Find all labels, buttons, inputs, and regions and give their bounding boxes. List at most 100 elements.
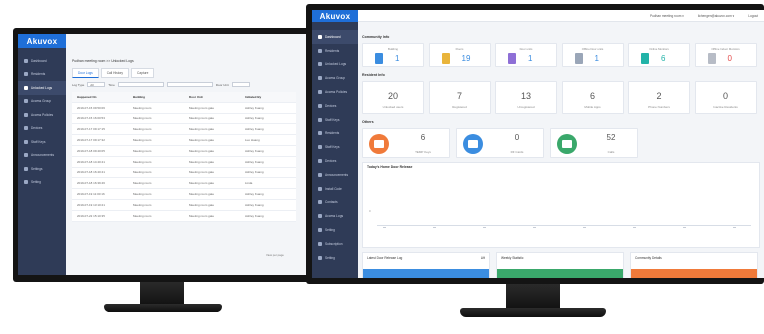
sidebar-item-icon — [24, 58, 28, 63]
sidebar-item[interactable]: Contacts — [312, 196, 358, 210]
sidebar-item[interactable]: Access Group — [312, 71, 358, 85]
table-row[interactable]: 2019-07-17 09:17:15 Meeting room Meeting r… — [72, 124, 296, 136]
tab-call-history[interactable]: Call History — [100, 68, 130, 78]
log-type-select[interactable]: All — [87, 82, 106, 87]
table-row[interactable]: 2019-07-15 09:50:06 Meeting room Meeting r… — [72, 103, 296, 114]
sidebar-item-label: Announcements — [31, 153, 55, 158]
top-bar: Pudhan meeting room ▾ lichengen@akuvox.c… — [358, 10, 764, 22]
sidebar-item[interactable]: Devices — [18, 122, 66, 136]
sidebar-item[interactable]: Access Policies — [18, 108, 66, 122]
time-range-input[interactable] — [117, 82, 164, 87]
sidebar-item[interactable]: Staff Keys — [18, 135, 66, 149]
table-row[interactable]: 2019-07-18 09:40:05 Meeting room Meeting r… — [72, 146, 296, 157]
filter-bar: Log Type All Time Door Unit — [72, 82, 250, 87]
chart-x-tick — [483, 227, 486, 228]
sidebar-item[interactable]: Setting — [312, 223, 358, 237]
sidebar-item[interactable]: Setting — [18, 176, 66, 190]
resident-card: 13 Unregistered — [495, 81, 557, 114]
sidebar-item[interactable]: Unlocked Logs — [312, 58, 358, 72]
table-cell: Ashley Kuang — [245, 170, 264, 175]
resident-card-label: Mobile Apps — [584, 105, 601, 109]
bottom-panel: Latest Door Release Log Lift — [362, 252, 490, 278]
sidebar-item[interactable]: Access Group — [18, 95, 66, 109]
time-range-end-input[interactable] — [166, 82, 213, 87]
community-card: Building 1 — [362, 43, 424, 67]
building-icon — [508, 53, 516, 64]
table-row[interactable]: 2019-07-22 15:10:35 Meeting room Meeting r… — [72, 211, 296, 222]
right-monitor: Akuvox Dashboard Residents Unlocked Logs Ac… — [306, 4, 764, 284]
sidebar-item[interactable]: Dashboard — [312, 30, 358, 44]
table-row[interactable]: 2019-07-17 09:17:32 Meeting room Meeting r… — [72, 135, 296, 146]
sidebar-item[interactable]: Unlocked Logs — [18, 81, 66, 95]
account-menu[interactable]: lichengen@akuvox.com ▾ — [698, 14, 734, 18]
table-row[interactable]: 2019-07-18 16:39:46 Meeting room Meeting r… — [72, 178, 296, 190]
col-door-unit[interactable]: Door Unit — [184, 95, 240, 99]
col-happened-on[interactable]: Happened On — [72, 95, 128, 99]
door-unit-select[interactable] — [231, 82, 250, 87]
sidebar-item-icon — [318, 117, 322, 122]
sidebar-item-icon — [24, 112, 28, 117]
sidebar-item[interactable]: Devices — [312, 154, 358, 168]
sidebar-item[interactable]: Settings — [18, 162, 66, 176]
resident-card-label: Unregistered — [517, 105, 535, 109]
table-cell: 2019-07-17 09:17:32 — [77, 138, 105, 143]
door-unit-label: Door Unit — [215, 82, 229, 87]
sidebar-item[interactable]: Residents — [18, 68, 66, 82]
chart-x-tick — [433, 227, 436, 228]
table-cell: Ashley Kuang — [245, 148, 264, 153]
community-card: Floors 19 — [428, 43, 491, 67]
sidebar-item[interactable]: Access Logs — [312, 209, 358, 223]
table-cell: Luo Huang — [245, 138, 260, 143]
log-type-value: All — [90, 83, 94, 87]
sidebar-item-label: Announcements — [325, 172, 349, 177]
pager[interactable]: View per page — [266, 253, 284, 257]
others-title: Others — [362, 120, 374, 124]
table-row[interactable]: 2019-07-19 13:10:21 Meeting room Meeting r… — [72, 200, 296, 211]
sidebar-item[interactable]: Residents — [312, 127, 358, 141]
sidebar-item[interactable]: Setting — [312, 251, 358, 265]
sidebar-item-label: Setting — [325, 255, 335, 260]
community-card-label: Door units — [519, 47, 533, 51]
sidebar-item[interactable]: Access Policies — [312, 85, 358, 99]
table-row[interactable]: 2019-07-19 11:00:16 Meeting room Meeting r… — [72, 189, 296, 200]
table-cell: Meeting room — [133, 181, 152, 186]
sidebar-item[interactable]: Announcements — [312, 168, 358, 182]
col-initiated-by[interactable]: Initiated By — [240, 95, 296, 99]
table-cell: 2019-07-15 09:50:06 — [77, 105, 105, 110]
sidebar-item-label: Staff Keys — [31, 139, 46, 144]
community-card: Door units 1 — [495, 43, 557, 67]
others-card: 0 RF Cards — [456, 128, 544, 158]
sidebar-item-icon — [318, 200, 322, 205]
table-cell: Meeting room gate — [189, 181, 215, 186]
tab-capture[interactable]: Capture — [131, 68, 155, 78]
resident-card-label: Inactive Residents — [713, 105, 738, 109]
table-header: Happened On Building Door Unit Initiated… — [72, 92, 296, 103]
sidebar-item-icon — [318, 76, 322, 81]
community-selector[interactable]: Pudhan meeting room ▾ — [650, 14, 684, 18]
sidebar-item[interactable]: Residents — [312, 44, 358, 58]
sidebar-item-icon — [318, 145, 322, 150]
sidebar-item[interactable]: Staff Keys — [312, 140, 358, 154]
icon-glyph — [374, 140, 384, 148]
tab-door-logs[interactable]: Door Logs — [72, 68, 99, 78]
table-cell: Ashley Kuang — [245, 105, 264, 110]
panel-header: Latest Door Release Log Lift — [363, 253, 489, 263]
sidebar-item-label: Access Policies — [325, 90, 348, 95]
others-card-value: 52 — [606, 133, 616, 142]
table-row[interactable]: 2019-07-18 16:40:41 Meeting room Meeting r… — [72, 168, 296, 179]
sidebar-item[interactable]: Dashboard — [18, 54, 66, 68]
sidebar-item[interactable]: Subscription — [312, 237, 358, 251]
col-building[interactable]: Building — [128, 95, 184, 99]
sidebar-item-icon — [318, 214, 322, 219]
left-monitor: Akuvox Dashboard Residents Unlocked Logs Ac… — [13, 28, 313, 282]
sidebar-item[interactable]: Staff Keys — [312, 113, 358, 127]
logout-link[interactable]: Logout — [748, 14, 758, 18]
table-row[interactable]: 2019-07-18 14:40:41 Meeting room Meeting r… — [72, 157, 296, 168]
table-cell: Ashley Kuang — [245, 192, 264, 197]
sidebar-item[interactable]: Install Code — [312, 182, 358, 196]
bottom-panel: Weekly Statistic — [496, 252, 624, 278]
sidebar-item[interactable]: Announcements — [18, 149, 66, 163]
table-cell: Meeting room gate — [189, 105, 215, 110]
table-row[interactable]: 2019-07-15 16:00:53 Meeting room Meeting r… — [72, 114, 296, 125]
sidebar-item[interactable]: Devices — [312, 99, 358, 113]
